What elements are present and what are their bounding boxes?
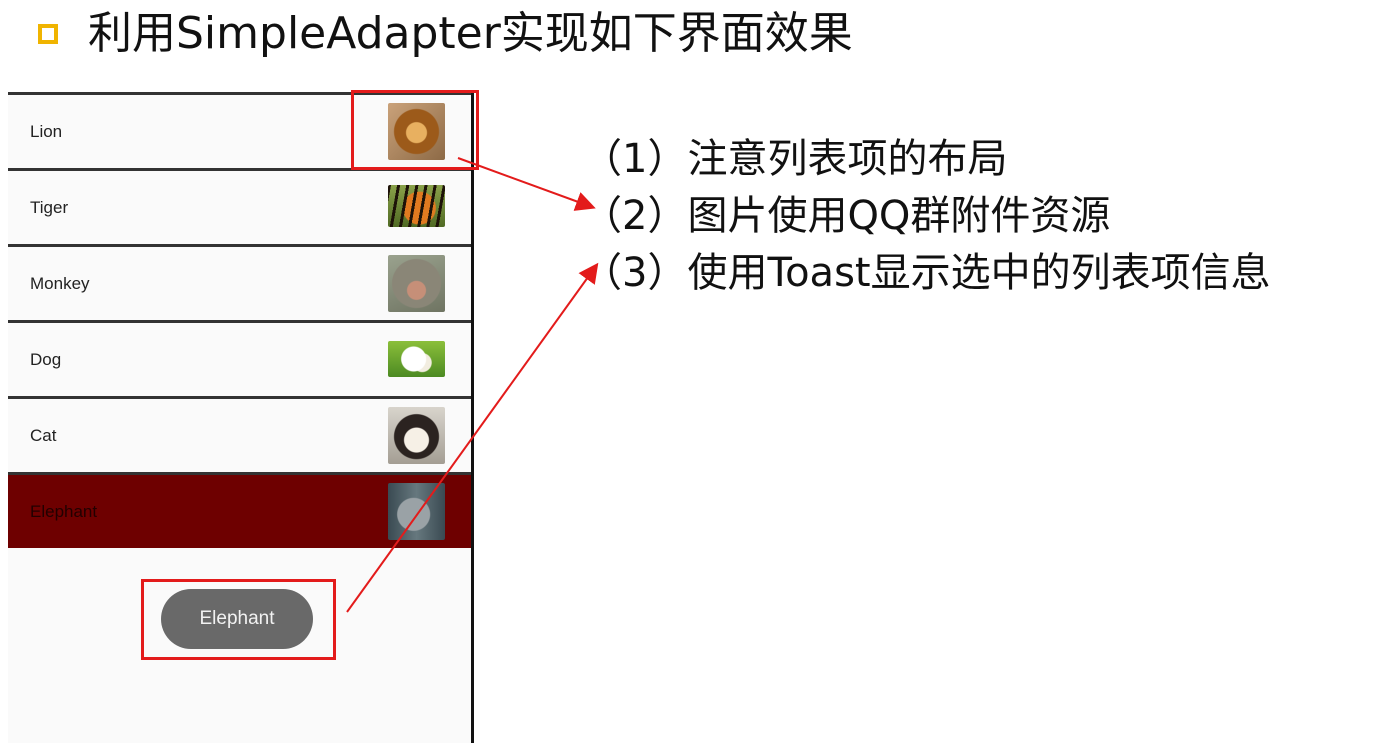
list-item-label: Tiger: [30, 197, 69, 217]
cat-image: [388, 407, 445, 464]
note-2: （2）图片使用QQ群附件资源: [582, 193, 1111, 239]
list-item-label: Dog: [30, 349, 62, 369]
list-item-label: Monkey: [30, 273, 90, 293]
note-1: （1）注意列表项的布局: [582, 136, 1008, 182]
requirement-notes: （1）注意列表项的布局 （2）图片使用QQ群附件资源 （3）使用Toast显示选…: [582, 131, 1271, 302]
list-item-cat[interactable]: Cat: [8, 396, 471, 472]
list-item-monkey[interactable]: Monkey: [8, 244, 471, 320]
elephant-image: [388, 483, 445, 540]
note-3: （3）使用Toast显示选中的列表项信息: [582, 250, 1271, 296]
list-item-label: Elephant: [30, 501, 98, 521]
list-item-elephant[interactable]: Elephant: [8, 472, 471, 548]
dog-image: [388, 341, 445, 377]
title-text: 利用SimpleAdapter实现如下界面效果: [88, 8, 853, 59]
slide-title: 利用SimpleAdapter实现如下界面效果: [38, 12, 853, 56]
toast-highlight-box: [141, 579, 336, 660]
tiger-image: [388, 185, 445, 227]
square-bullet-icon: [38, 24, 58, 44]
list-item-label: Lion: [30, 121, 63, 141]
list-item-tiger[interactable]: Tiger: [8, 168, 471, 244]
list-item-dog[interactable]: Dog: [8, 320, 471, 396]
monkey-image: [388, 255, 445, 312]
thumbnail-highlight-box: [351, 90, 479, 170]
list-item-label: Cat: [30, 425, 57, 445]
